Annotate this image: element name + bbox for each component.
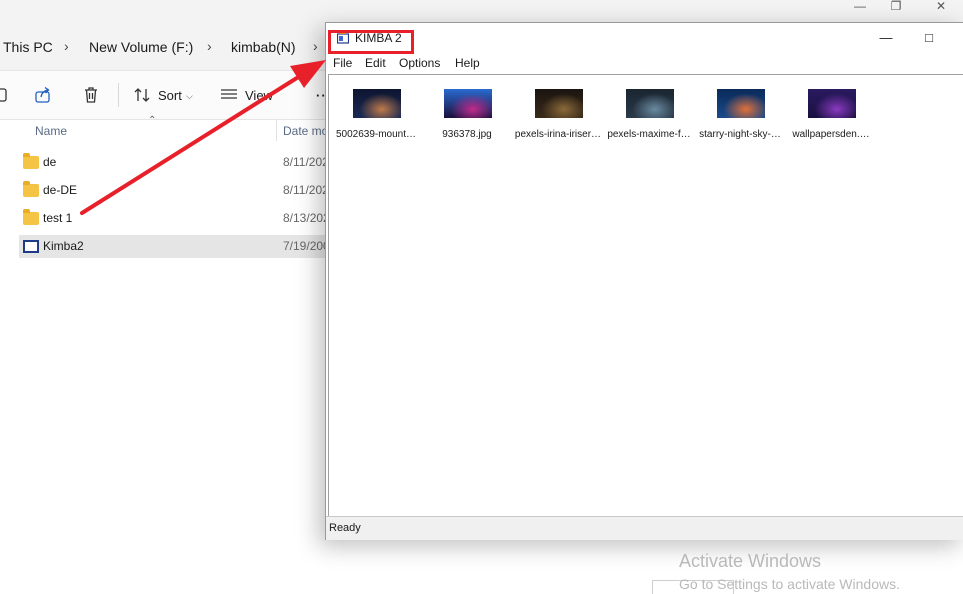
thumbnail-image: [808, 89, 856, 118]
minimize-icon[interactable]: —: [876, 28, 896, 48]
thumbnail-caption: 5002639-mount…: [335, 129, 417, 140]
thumbnail-item[interactable]: starry-night-sky-…: [697, 87, 783, 147]
copy-icon[interactable]: [0, 86, 10, 104]
thumbnail-caption: pexels-irina-iriser…: [514, 129, 602, 140]
file-date: 8/11/202: [283, 155, 329, 169]
kimba-titlebar[interactable]: KIMBA 2 — □: [326, 23, 963, 53]
view-icon[interactable]: [220, 86, 238, 104]
file-date: 8/13/202: [283, 211, 330, 225]
thumbnail-image: [626, 89, 674, 118]
sort-ascending-icon: ⌃: [148, 115, 157, 126]
close-icon[interactable]: ✕: [921, 0, 961, 18]
thumbnail-item[interactable]: wallpapersden.…: [788, 87, 874, 147]
thumbnail-image: [353, 89, 401, 118]
breadcrumb-folder[interactable]: kimbab(N): [231, 39, 296, 55]
column-divider[interactable]: [276, 119, 277, 141]
explorer-titlebar: — ❐ ✕: [0, 0, 963, 22]
annotation-highlight-box: [328, 30, 414, 54]
menu-edit[interactable]: Edit: [365, 56, 386, 70]
thumbnail-item[interactable]: 5002639-mount…: [333, 87, 419, 147]
file-date: 8/11/202: [283, 183, 329, 197]
minimize-icon[interactable]: —: [840, 0, 880, 18]
file-date: 7/19/200: [283, 239, 330, 253]
thumbnail-view[interactable]: 5002639-mount… 936378.jpg pexels-irina-i…: [328, 74, 963, 516]
maximize-icon[interactable]: □: [919, 28, 939, 48]
file-row-de-de[interactable]: de-DE 8/11/202: [19, 179, 339, 202]
view-button[interactable]: View: [245, 88, 273, 103]
thumbnail-item[interactable]: pexels-maxime-f…: [606, 87, 692, 147]
chevron-right-icon[interactable]: ›: [207, 38, 212, 54]
activation-watermark-subtitle: Go to Settings to activate Windows.: [679, 576, 900, 592]
thumbnail-item[interactable]: pexels-irina-iriser…: [515, 87, 601, 147]
folder-icon: [23, 153, 39, 169]
share-icon[interactable]: [34, 86, 52, 104]
folder-icon: [23, 181, 39, 197]
toolbar-separator: [118, 83, 119, 107]
breadcrumb-this-pc[interactable]: This PC: [3, 39, 53, 55]
file-row-test-1[interactable]: test 1 8/13/202: [19, 207, 339, 230]
sort-icon[interactable]: [133, 86, 151, 104]
chevron-down-icon[interactable]: ⌵: [186, 91, 193, 102]
column-header-date[interactable]: Date mo: [283, 124, 328, 138]
file-name: de-DE: [43, 183, 78, 197]
delete-icon[interactable]: [82, 86, 100, 104]
file-name: de: [43, 155, 57, 169]
thumbnail-caption: wallpapersden.…: [792, 129, 870, 140]
thumbnail-caption: starry-night-sky-…: [699, 129, 781, 140]
menu-help[interactable]: Help: [455, 56, 480, 70]
status-bar: Ready: [326, 516, 963, 540]
menu-bar: File Edit Options Help: [326, 53, 963, 73]
breadcrumb-volume[interactable]: New Volume (F:): [89, 39, 193, 55]
column-header-name[interactable]: Name: [35, 124, 67, 138]
thumbnail-image: [717, 89, 765, 118]
sort-button[interactable]: Sort: [158, 88, 182, 103]
status-text: Ready: [329, 522, 361, 534]
menu-file[interactable]: File: [333, 56, 352, 70]
kimba2-window: KIMBA 2 — □ File Edit Options Help 50026…: [325, 22, 963, 540]
thumbnail-caption: 936378.jpg: [442, 129, 492, 140]
activation-watermark-title: Activate Windows: [679, 551, 822, 571]
folder-icon: [23, 209, 39, 225]
chevron-right-icon[interactable]: ›: [64, 38, 69, 54]
thumbnail-image: [444, 89, 492, 118]
restore-icon[interactable]: ❐: [876, 0, 916, 18]
chevron-right-icon[interactable]: ›: [313, 38, 318, 54]
file-row-de[interactable]: de 8/11/202: [19, 151, 339, 174]
file-name: Kimba2: [43, 239, 84, 253]
file-name: test 1: [43, 211, 73, 225]
thumbnail-item[interactable]: 936378.jpg: [424, 87, 510, 147]
menu-options[interactable]: Options: [399, 56, 440, 70]
thumbnail-caption: pexels-maxime-f…: [607, 129, 691, 140]
file-row-kimba2[interactable]: Kimba2 7/19/200: [19, 235, 339, 258]
thumbnail-image: [535, 89, 583, 118]
application-icon: [23, 240, 39, 253]
